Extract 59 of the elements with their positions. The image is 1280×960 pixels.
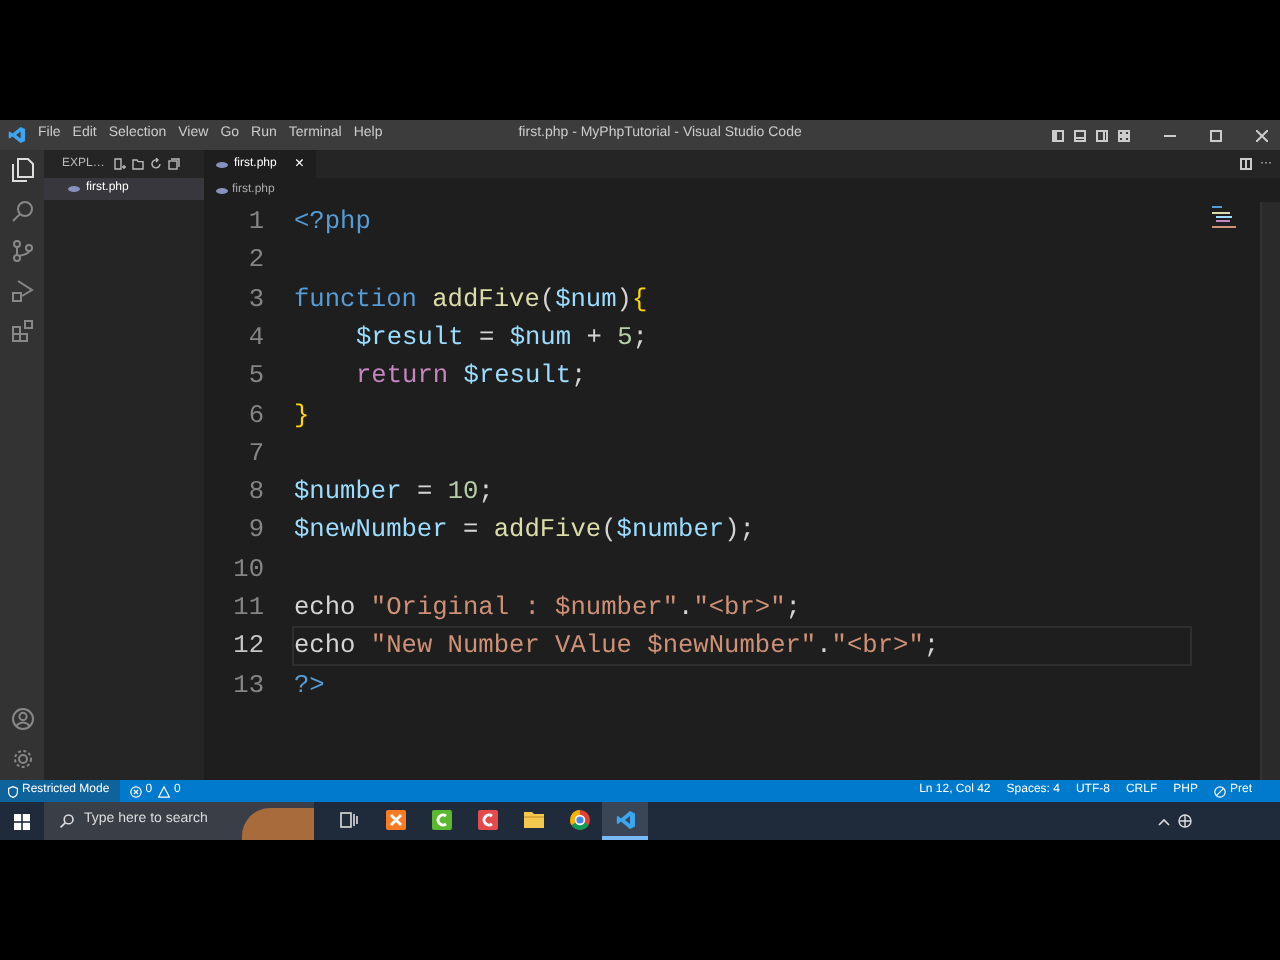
close-icon[interactable] xyxy=(1256,129,1268,141)
code-line: function addFive($num){ xyxy=(294,281,648,318)
shield-icon xyxy=(8,785,18,797)
error-icon xyxy=(129,785,142,797)
warning-icon xyxy=(158,785,171,797)
split-editor-icon[interactable] xyxy=(1240,158,1252,170)
php-file-icon xyxy=(216,161,228,167)
search-icon[interactable] xyxy=(11,200,33,222)
files-icon[interactable] xyxy=(11,158,33,182)
code-line: <?php xyxy=(294,204,371,241)
line-number: 5 xyxy=(246,358,266,395)
line-number: 3 xyxy=(246,281,266,318)
layout-icon[interactable] xyxy=(1096,129,1108,141)
code-line: $result = $num + 5; xyxy=(356,319,648,356)
maximize-icon[interactable] xyxy=(1210,129,1222,141)
code-line: ?> xyxy=(294,667,325,704)
refresh-icon[interactable] xyxy=(150,158,163,170)
new-file-icon[interactable] xyxy=(114,158,127,170)
extensions-icon[interactable] xyxy=(11,320,33,342)
chevron-up-icon[interactable] xyxy=(1158,817,1170,825)
line-number: 4 xyxy=(246,319,266,356)
layout-icon[interactable] xyxy=(1052,129,1064,141)
code-line: echo "New Number VAlue $newNumber"."<br>"; xyxy=(294,628,940,665)
line-number: 6 xyxy=(246,397,266,434)
line-number: 7 xyxy=(246,435,266,472)
line-number: 12 xyxy=(231,628,266,665)
minimap-drawing xyxy=(1212,206,1240,230)
line-number: 8 xyxy=(246,474,266,511)
minimize-icon[interactable] xyxy=(1164,129,1176,141)
new-folder-icon[interactable] xyxy=(132,158,145,170)
scrollbar[interactable] xyxy=(1260,202,1280,780)
search-icon xyxy=(60,814,74,828)
code-line: return $result; xyxy=(356,358,587,395)
layout-icon[interactable] xyxy=(1074,129,1086,141)
line-number: 2 xyxy=(246,242,266,279)
windows-start-icon[interactable] xyxy=(14,813,30,829)
collapse-icon[interactable] xyxy=(168,158,181,170)
line-number: 10 xyxy=(231,551,266,588)
run-debug-icon[interactable] xyxy=(11,280,33,302)
source-control-icon[interactable] xyxy=(11,240,33,262)
globe-icon[interactable] xyxy=(1178,814,1192,828)
line-number: 1 xyxy=(246,204,266,241)
code-line: $newNumber = addFive($number); xyxy=(294,512,755,549)
search-highlight-picture xyxy=(242,808,314,840)
line-number: 13 xyxy=(231,667,266,704)
code-line: $number = 10; xyxy=(294,474,494,511)
line-number: 11 xyxy=(231,590,266,627)
grid-icon[interactable] xyxy=(1118,129,1130,141)
account-icon[interactable] xyxy=(11,708,33,730)
close-tab-icon[interactable]: × xyxy=(294,156,305,172)
code-line: echo "Original : $number"."<br>"; xyxy=(294,590,801,627)
vscode-logo-icon xyxy=(8,126,26,144)
php-file-icon xyxy=(68,186,80,192)
line-number: 9 xyxy=(246,512,266,549)
code-line: } xyxy=(294,397,310,434)
vscode-icon[interactable] xyxy=(602,802,648,840)
settings-icon[interactable] xyxy=(11,748,33,770)
php-file-icon xyxy=(216,187,228,193)
prohibited-icon xyxy=(1213,785,1226,797)
